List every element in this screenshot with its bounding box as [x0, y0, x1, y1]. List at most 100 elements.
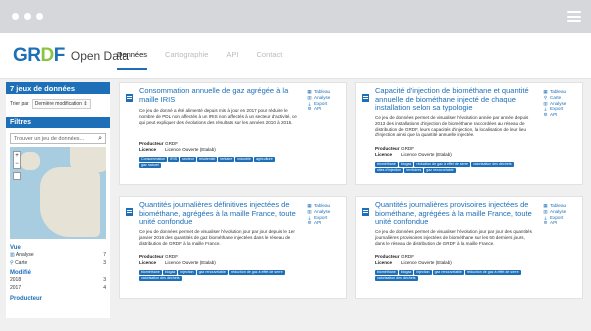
tag[interactable]: IRIS: [168, 157, 180, 162]
tag[interactable]: tertiaire: [218, 157, 235, 162]
filter-count: 3: [103, 260, 106, 266]
action-api[interactable]: ⚙ API: [543, 220, 581, 226]
window-dot[interactable]: [12, 13, 19, 20]
tag[interactable]: secteur: [180, 157, 196, 162]
dataset-title[interactable]: Quantités journalières provisoires injec…: [375, 200, 533, 227]
tag[interactable]: agriculture: [253, 157, 275, 162]
tab-cartographie[interactable]: Cartographie: [165, 50, 208, 70]
browser-window: GRDF Open Data Données Cartographie API …: [0, 0, 591, 331]
title-bar: [0, 0, 591, 33]
filter-count: 3: [103, 277, 106, 283]
filter-count: 4: [103, 285, 106, 291]
producteur-value: GRDF: [401, 254, 415, 259]
tag[interactable]: injection: [178, 270, 196, 275]
map-zoom-control[interactable]: + −: [13, 151, 21, 169]
tag[interactable]: gaz naturel: [139, 163, 161, 168]
search-input[interactable]: Trouver un jeu de données... ⌕: [10, 133, 106, 144]
tag[interactable]: biogaz: [162, 270, 178, 275]
dataset-card[interactable]: Quantités journalières définitives injec…: [119, 196, 347, 299]
tag-list: biométhane biogaz réduction de gaz à eff…: [375, 162, 533, 173]
licence-value: Licence Ouverte (Etalab): [401, 152, 452, 157]
gear-icon: ⚙: [307, 220, 312, 226]
tag[interactable]: valorisation des déchets: [375, 276, 418, 281]
tag[interactable]: biométhane: [375, 162, 398, 167]
dataset-card[interactable]: Capacité d'injection de biométhane et qu…: [355, 82, 583, 185]
tag[interactable]: réduction de gaz à effet de serre: [228, 270, 285, 275]
tag[interactable]: injection: [414, 270, 432, 275]
dataset-actions: ▦ Tableau ⚲ Carte ▥ Analyse ⤓ Export ⚙ API: [543, 89, 581, 118]
main-nav: Données Cartographie API Contact: [117, 50, 300, 70]
filter-map[interactable]: + −: [10, 147, 106, 239]
dataset-title[interactable]: Capacité d'injection de biométhane et qu…: [375, 86, 533, 113]
dataset-title[interactable]: Consommation annuelle de gaz agrégée à l…: [139, 86, 297, 104]
filter-row[interactable]: ▥ Analyse 7: [6, 251, 110, 259]
tag[interactable]: gaz renouvelable: [196, 270, 228, 275]
producteur-title: Producteur: [10, 296, 43, 302]
action-api[interactable]: ⚙ API: [543, 112, 581, 118]
tag[interactable]: réduction de gaz à effet de serre: [414, 162, 471, 167]
dataset-description: Ce jeu de données permet de visualiser l…: [375, 229, 532, 246]
dataset-count: 7 jeux de données: [6, 82, 110, 94]
menu-icon[interactable]: [567, 11, 581, 22]
sort-row: Trier par Dernière modification ⇕: [6, 94, 110, 114]
tab-donnees[interactable]: Données: [117, 50, 148, 70]
dataset-meta: ProducteurGRDF Licence Licence Ouverte (E…: [139, 141, 216, 153]
map-land: [20, 152, 40, 170]
tab-contact[interactable]: Contact: [256, 50, 282, 70]
filter-count: 7: [103, 252, 106, 258]
dataset-actions: ▦ Tableau ▥ Analyse ⤓ Export ⚙ API: [307, 89, 345, 112]
licence-label: Licence: [375, 152, 393, 157]
action-api[interactable]: ⚙ API: [307, 220, 345, 226]
dataset-icon: [362, 89, 369, 102]
sort-label: Trier par: [10, 101, 29, 107]
filter-row[interactable]: ⚲ Carte 3: [6, 259, 110, 267]
map-land: [70, 147, 106, 172]
dataset-meta: ProducteurGRDF Licence Licence Ouverte (E…: [375, 146, 452, 158]
tag[interactable]: territoires: [404, 168, 424, 173]
tag[interactable]: biogaz: [398, 162, 414, 167]
dataset-actions: ▦ Tableau ▥ Analyse ⤓ Export ⚙ API: [543, 203, 581, 226]
tag[interactable]: industrie: [235, 157, 253, 162]
dataset-meta: ProducteurGRDF Licence Licence Ouverte (E…: [375, 254, 452, 266]
tab-api[interactable]: API: [226, 50, 238, 70]
licence-value: Licence Ouverte (Etalab): [165, 147, 216, 152]
zoom-in-icon[interactable]: +: [14, 152, 20, 160]
tag[interactable]: valorisation des déchets: [139, 276, 182, 281]
tag[interactable]: résidentiel: [196, 157, 218, 162]
window-dot[interactable]: [24, 13, 31, 20]
search-icon[interactable]: ⌕: [98, 135, 102, 143]
dataset-description: Ce jeu de donné a été alimenté depuis mi…: [139, 108, 297, 125]
dataset-icon: [126, 89, 133, 102]
tag[interactable]: gaz renouvelable: [432, 270, 464, 275]
tag[interactable]: sites d'injection: [375, 168, 404, 173]
logo[interactable]: GRDF Open Data: [13, 45, 129, 67]
sort-select[interactable]: Dernière modification ⇕: [31, 99, 91, 109]
tag[interactable]: réduction de gaz à effet de serre: [464, 270, 521, 275]
action-api[interactable]: ⚙ API: [307, 106, 345, 112]
zoom-out-icon[interactable]: −: [14, 160, 20, 168]
filter-row[interactable]: 2018 3: [6, 276, 110, 284]
licence-label: Licence: [375, 260, 393, 265]
dataset-title[interactable]: Quantités journalières définitives injec…: [139, 200, 297, 227]
window-dot[interactable]: [36, 13, 43, 20]
producteur-value: GRDF: [165, 254, 179, 259]
map-select-icon[interactable]: [13, 172, 21, 180]
filter-label: ▥ Analyse: [10, 252, 34, 258]
dataset-card[interactable]: Quantités journalières provisoires injec…: [355, 196, 583, 299]
filter-row[interactable]: 2017 4: [6, 284, 110, 292]
tag[interactable]: valorisation des déchets: [471, 162, 514, 167]
tag[interactable]: Consommation: [139, 157, 168, 162]
tag[interactable]: biogaz: [398, 270, 414, 275]
logo-mark: GRDF: [13, 45, 65, 66]
licence-label: Licence: [139, 260, 157, 265]
tag[interactable]: biométhane: [375, 270, 398, 275]
dataset-icon: [362, 203, 369, 216]
tag[interactable]: gaz renouvelable: [424, 168, 456, 173]
gear-icon: ⚙: [543, 220, 548, 226]
sort-value: Dernière modification: [34, 101, 82, 107]
gear-icon: ⚙: [543, 112, 548, 118]
tag[interactable]: biométhane: [139, 270, 162, 275]
dataset-card[interactable]: Consommation annuelle de gaz agrégée à l…: [119, 82, 347, 185]
tag-list: Consommation IRIS secteur résidentiel te…: [139, 157, 297, 168]
dataset-meta: ProducteurGRDF Licence Licence Ouverte (E…: [139, 254, 216, 266]
